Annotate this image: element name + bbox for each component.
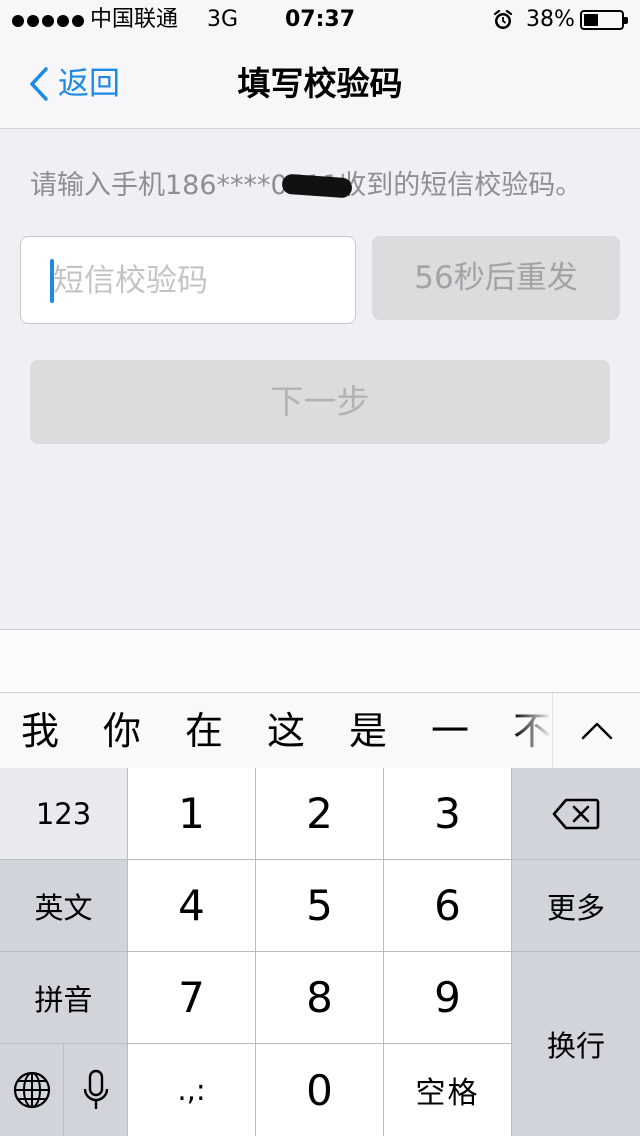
- candidate-word[interactable]: 是: [338, 693, 398, 769]
- resend-code-button[interactable]: 56秒后重发: [372, 236, 620, 320]
- key-punctuation[interactable]: .,:: [128, 1044, 256, 1136]
- key-0[interactable]: 0: [256, 1044, 384, 1136]
- keyboard-accessory-bar: [0, 629, 640, 692]
- status-bar: 中国联通 3G 07:37 38%: [0, 0, 640, 40]
- key-6[interactable]: 6: [384, 860, 512, 952]
- key-123-mode[interactable]: 123: [0, 768, 128, 860]
- key-more[interactable]: 更多: [512, 860, 640, 952]
- key-english[interactable]: 英文: [0, 860, 128, 952]
- key-9[interactable]: 9: [384, 952, 512, 1044]
- microphone-icon: [83, 1069, 108, 1109]
- key-7[interactable]: 7: [128, 952, 256, 1044]
- candidate-word[interactable]: 这: [256, 693, 316, 769]
- key-2[interactable]: 2: [256, 768, 384, 860]
- space-key[interactable]: 空格: [384, 1044, 512, 1136]
- battery-fill: [584, 14, 598, 26]
- battery-percent: 38%: [526, 7, 575, 32]
- key-pinyin[interactable]: 拼音: [0, 952, 128, 1044]
- key-return[interactable]: 换行: [512, 952, 640, 1136]
- backspace-key[interactable]: [512, 768, 640, 860]
- battery-icon: [580, 10, 628, 30]
- key-4[interactable]: 4: [128, 860, 256, 952]
- candidate-word[interactable]: 我: [10, 693, 70, 769]
- key-3[interactable]: 3: [384, 768, 512, 860]
- sms-code-placeholder: 短信校验码: [53, 263, 208, 299]
- key-5[interactable]: 5: [256, 860, 384, 952]
- navigation-bar: 返回 填写校验码: [0, 40, 640, 129]
- chevron-up-icon: [581, 722, 613, 740]
- candidate-word[interactable]: 一: [420, 693, 480, 769]
- key-1[interactable]: 1: [128, 768, 256, 860]
- key-8[interactable]: 8: [256, 952, 384, 1044]
- backspace-icon: [552, 798, 600, 829]
- microphone-key[interactable]: [64, 1044, 128, 1136]
- candidate-word[interactable]: 你: [92, 693, 152, 769]
- sms-code-input[interactable]: 短信校验码: [20, 236, 356, 324]
- page-title: 填写校验码: [237, 64, 403, 103]
- candidate-bar: 我 你 在 这 是 一 不: [0, 692, 640, 769]
- next-step-button[interactable]: 下一步: [30, 360, 610, 444]
- alarm-clock-icon: [493, 9, 513, 29]
- candidate-word[interactable]: 在: [174, 693, 234, 769]
- globe-key[interactable]: [0, 1044, 64, 1136]
- numeric-keyboard: 123 1 2 3 英文 4 5 6 更多 拼音 7 8 9 换行 .,: 0 …: [0, 768, 640, 1136]
- globe-icon: [13, 1071, 50, 1109]
- expand-candidates-button[interactable]: [552, 693, 640, 769]
